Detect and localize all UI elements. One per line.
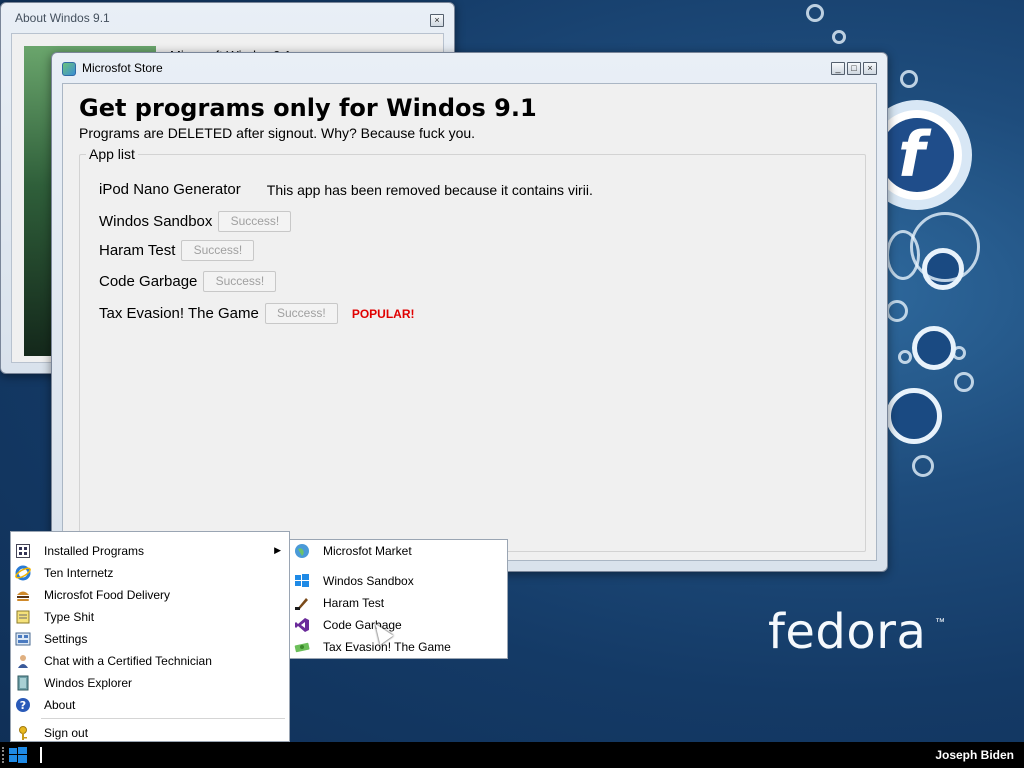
menu-item-label: Windos Explorer	[44, 676, 133, 690]
submenu-item-label: Tax Evasion! The Game	[323, 640, 451, 654]
submenu-item-windos-sandbox[interactable]: Windos Sandbox	[290, 570, 507, 592]
store-app-icon	[62, 62, 76, 76]
menu-item-label: About	[44, 698, 76, 712]
menu-item-label: Chat with a Certified Technician	[44, 654, 212, 668]
app-row: iPod Nano Generator This app has been re…	[99, 181, 593, 198]
bubble-decoration	[806, 4, 824, 22]
submenu-item-label: Microsfot Market	[323, 544, 412, 558]
menu-item-food-delivery[interactable]: Microsfot Food Delivery	[11, 584, 289, 606]
menu-item-label: Settings	[44, 632, 88, 646]
app-name: iPod Nano Generator	[99, 181, 241, 198]
app-removed-message: This app has been removed because it con…	[266, 181, 593, 198]
bubble-decoration	[952, 346, 966, 360]
help-icon: ?	[15, 697, 31, 713]
store-window-title: Microsfot Store	[82, 61, 163, 75]
submenu-item-label: Windos Sandbox	[323, 574, 414, 588]
menu-item-chat-technician[interactable]: Chat with a Certified Technician	[11, 650, 289, 672]
submenu-arrow-icon: ▶	[274, 545, 281, 555]
taskbar: Joseph Biden	[0, 742, 1024, 768]
maximize-button[interactable]: □	[847, 62, 861, 75]
about-titlebar[interactable]: About Windos 9.1	[1, 3, 454, 33]
app-list-group: App list iPod Nano Generator This app ha…	[79, 146, 866, 552]
store-heading: Get programs only for Windos 9.1	[79, 94, 537, 122]
taskbar-search-caret[interactable]	[40, 747, 42, 763]
store-window: Microsfot Store _ □ × Get programs only …	[51, 52, 888, 572]
menu-item-sign-out[interactable]: Sign out	[11, 722, 289, 744]
svg-text:?: ?	[20, 699, 26, 712]
windows-logo-icon	[9, 747, 27, 763]
bubble-decoration	[912, 455, 934, 477]
close-button[interactable]: ×	[863, 62, 877, 75]
submenu-item-market[interactable]: Microsfot Market	[290, 540, 507, 562]
fedora-trademark: ™	[935, 617, 945, 628]
app-row: Haram Test Success!	[99, 240, 255, 261]
popular-badge: POPULAR!	[351, 306, 415, 321]
bubble-decoration	[886, 300, 908, 322]
submenu-item-label: Haram Test	[323, 596, 385, 610]
money-icon	[294, 639, 310, 655]
store-client-area: Get programs only for Windos 9.1 Program…	[62, 83, 877, 561]
app-row: Code Garbage Success!	[99, 271, 277, 292]
notepad-icon	[15, 609, 31, 625]
settings-icon	[15, 631, 31, 647]
grid-icon	[15, 543, 31, 559]
bubble-decoration	[954, 372, 974, 392]
bubble-decoration	[886, 388, 942, 444]
vs-icon	[294, 617, 310, 633]
menu-item-windos-explorer[interactable]: Windos Explorer	[11, 672, 289, 694]
submenu-item-tax-evasion[interactable]: Tax Evasion! The Game	[290, 636, 507, 658]
minimize-button[interactable]: _	[831, 62, 845, 75]
burger-icon	[15, 587, 31, 603]
bubble-decoration	[886, 230, 920, 280]
store-subheading: Programs are DELETED after signout. Why?…	[79, 125, 476, 141]
bubble-decoration	[832, 30, 846, 44]
app-row: Tax Evasion! The Game Success! POPULAR!	[99, 303, 414, 324]
bubble-decoration	[900, 70, 918, 88]
start-menu: Installed Programs ▶ Ten Internetz Micro…	[10, 531, 290, 742]
person-icon	[15, 653, 31, 669]
ie-icon	[15, 565, 31, 581]
install-success-button[interactable]: Success!	[181, 240, 255, 261]
taskbar-grip[interactable]	[2, 747, 5, 763]
bubble-decoration	[898, 350, 912, 364]
install-success-button[interactable]: Success!	[264, 303, 338, 324]
about-close-button[interactable]: ×	[430, 14, 444, 27]
menu-item-label: Installed Programs	[44, 544, 145, 558]
install-success-button[interactable]: Success!	[218, 211, 292, 232]
menu-item-about[interactable]: ? About	[11, 694, 289, 716]
brush-icon	[294, 595, 310, 611]
menu-item-settings[interactable]: Settings	[11, 628, 289, 650]
taskbar-username[interactable]: Joseph Biden	[935, 748, 1014, 762]
app-list-label: App list	[86, 146, 138, 162]
fedora-logo-letter: f	[898, 118, 925, 191]
about-window-title: About Windos 9.1	[15, 11, 110, 25]
bubble-decoration	[912, 326, 956, 370]
menu-item-label: Microsfot Food Delivery	[44, 588, 171, 602]
menu-item-ten-internetz[interactable]: Ten Internetz	[11, 562, 289, 584]
windows-icon	[294, 573, 310, 589]
app-name: Tax Evasion! The Game	[99, 305, 259, 322]
app-name: Code Garbage	[99, 273, 198, 290]
menu-item-label: Ten Internetz	[44, 566, 114, 580]
menu-separator	[41, 718, 285, 719]
menu-item-label: Type Shit	[44, 610, 95, 624]
install-success-button[interactable]: Success!	[203, 271, 277, 292]
fedora-wordmark: fedora	[768, 604, 927, 660]
explorer-icon	[15, 675, 31, 691]
key-icon	[15, 725, 31, 741]
submenu-item-code-garbage[interactable]: Code Garbage	[290, 614, 507, 636]
app-row: Windos Sandbox Success!	[99, 211, 292, 232]
submenu-item-haram-test[interactable]: Haram Test	[290, 592, 507, 614]
menu-item-installed-programs[interactable]: Installed Programs ▶	[11, 540, 289, 562]
menu-item-label: Sign out	[44, 726, 89, 740]
start-button[interactable]	[8, 746, 28, 764]
globe-icon	[294, 543, 310, 559]
app-name: Haram Test	[99, 242, 176, 259]
app-name: Windos Sandbox	[99, 213, 213, 230]
store-titlebar[interactable]: Microsfot Store	[52, 53, 887, 83]
menu-item-type-shit[interactable]: Type Shit	[11, 606, 289, 628]
installed-programs-submenu: Microsfot Market Windos Sandbox Haram Te…	[289, 539, 508, 659]
bubble-decoration	[910, 212, 980, 282]
